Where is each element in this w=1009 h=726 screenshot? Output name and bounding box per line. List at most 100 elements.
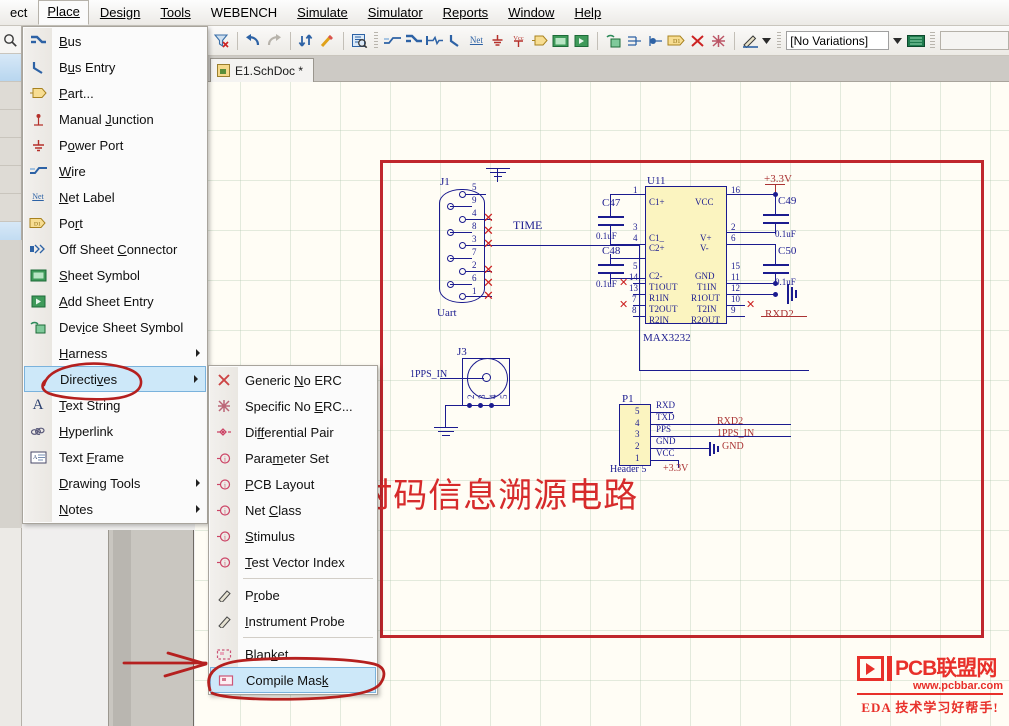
place-part-icon[interactable]	[530, 30, 549, 52]
place-harness-connector-icon[interactable]	[625, 30, 644, 52]
wand-icon[interactable]	[318, 30, 337, 52]
menu-item-label: Power Port	[59, 137, 124, 153]
menu-item-port[interactable]: D1 Port	[23, 210, 207, 236]
menu-item-net-class[interactable]: i Net Class	[209, 497, 377, 523]
panel-row-2[interactable]	[0, 82, 21, 110]
place-bus-icon[interactable]	[404, 30, 423, 52]
undo-icon[interactable]	[244, 30, 263, 52]
menu-item-simulator[interactable]: Simulator	[359, 1, 432, 25]
watermark-bar	[887, 656, 892, 681]
drawing-pen-dropdown-arrow-icon[interactable]	[762, 30, 772, 52]
menu-item-power-port[interactable]: Power Port	[23, 132, 207, 158]
menu-item-help[interactable]: Help	[565, 1, 610, 25]
menu-item-ect[interactable]: ect	[1, 1, 36, 25]
menu-item-drawing-tools[interactable]: Drawing Tools	[23, 470, 207, 496]
place-net-label-icon[interactable]: Net	[467, 30, 486, 52]
menu-item-instrument-probe[interactable]: Instrument Probe	[209, 608, 377, 634]
menu-item-bus-entry[interactable]: Bus Entry	[23, 54, 207, 80]
pin-name: R2IN	[649, 315, 669, 325]
place-port-icon[interactable]: D1	[667, 30, 686, 52]
panel-row-4[interactable]	[0, 138, 21, 166]
pin-name: TXD	[656, 412, 675, 422]
menu-item-add-sheet-entry[interactable]: Add Sheet Entry	[23, 288, 207, 314]
menu-item-text-string[interactable]: A Text String	[23, 392, 207, 418]
redo-icon[interactable]	[265, 30, 284, 52]
panel-row-6[interactable]	[0, 194, 21, 222]
toolbar-empty-combo[interactable]	[939, 31, 1009, 50]
variations-dropdown[interactable]: [No Variations]	[786, 31, 890, 50]
menu-item-device-sheet-symbol[interactable]: Device Sheet Symbol	[23, 314, 207, 340]
menu-item-net-label[interactable]: Net Net Label	[23, 184, 207, 210]
variations-dropdown-chevron-down-icon[interactable]	[891, 31, 904, 50]
menu-item-probe[interactable]: Probe	[209, 582, 377, 608]
menu-item-webench[interactable]: WEBENCH	[202, 1, 286, 25]
panel-search-row[interactable]	[0, 26, 21, 54]
menu-item-reports[interactable]: Reports	[434, 1, 498, 25]
panel-scroll-track[interactable]	[113, 530, 131, 726]
no-erc-icon[interactable]	[688, 30, 707, 52]
menu-item-design[interactable]: Design	[91, 1, 149, 25]
updown-icon[interactable]	[297, 30, 316, 52]
toolbar-grip[interactable]	[776, 31, 782, 50]
menu-item-simulate[interactable]: Simulate	[288, 1, 357, 25]
menu-item-directives[interactable]: Directives	[24, 366, 206, 392]
toolbar-separator	[733, 31, 735, 50]
svg-text:A: A	[33, 455, 38, 461]
toolbar-grip[interactable]	[930, 31, 935, 50]
pin-name: PPS	[656, 424, 672, 434]
menu-item-label: Text String	[59, 397, 121, 413]
place-vcc-power-port-icon[interactable]: Vcc	[509, 30, 528, 52]
place-gnd-power-port-icon[interactable]	[488, 30, 507, 52]
pcb-layout-icon: i	[214, 475, 234, 493]
panel-row-1[interactable]	[0, 54, 21, 82]
document-tab-e1-schdoc[interactable]: E1.SchDoc *	[210, 58, 315, 82]
menu-item-part[interactable]: Part...	[23, 80, 207, 106]
pin-number: 5	[472, 182, 477, 192]
menu-item-compile-mask[interactable]: Compile Mask	[210, 667, 376, 693]
menu-item-differential-pair[interactable]: Differential Pair	[209, 419, 377, 445]
menu-item-bus[interactable]: Bus	[23, 28, 207, 54]
menu-item-label: Drawing Tools	[59, 475, 141, 491]
place-sheet-entry-icon[interactable]	[572, 30, 591, 52]
menu-item-hyperlink[interactable]: Hyperlink	[23, 418, 207, 444]
menu-item-blanket[interactable]: Blanket	[209, 641, 377, 667]
clear-filter-icon[interactable]	[212, 30, 231, 52]
place-bus-entry-icon[interactable]	[446, 30, 465, 52]
place-wire-icon[interactable]	[383, 30, 402, 52]
directives-submenu[interactable]: Generic No ERC Specific No ERC... Differ…	[208, 365, 378, 695]
menu-item-notes[interactable]: Notes	[23, 496, 207, 522]
pcb-board-icon[interactable]	[906, 30, 925, 52]
browse-icon[interactable]	[350, 30, 369, 52]
menu-item-harness[interactable]: Harness	[23, 340, 207, 366]
menu-item-manual-junction[interactable]: Manual Junction	[23, 106, 207, 132]
menu-item-specific-no-erc[interactable]: Specific No ERC...	[209, 393, 377, 419]
place-sheet-symbol-icon[interactable]	[551, 30, 570, 52]
menu-item-place[interactable]: Place	[38, 0, 89, 25]
menu-item-test-vector-index[interactable]: i Test Vector Index	[209, 549, 377, 575]
device-sheet-symbol-icon[interactable]	[604, 30, 623, 52]
panel-row-5[interactable]	[0, 166, 21, 194]
menu-item-text-frame[interactable]: A Text Frame	[23, 444, 207, 470]
menu-item-stimulus[interactable]: i Stimulus	[209, 523, 377, 549]
menu-item-sheet-symbol[interactable]: Sheet Symbol	[23, 262, 207, 288]
menu-item-label: Wire	[59, 163, 86, 179]
panel-row-3[interactable]	[0, 110, 21, 138]
menu-item-off-sheet-connector[interactable]: Off Sheet Connector	[23, 236, 207, 262]
place-menu-dropdown[interactable]: Bus Bus Entry Part... Manual Junction Po…	[22, 26, 208, 524]
toolbar-grip[interactable]	[373, 31, 378, 50]
menu-item-label: Stimulus	[245, 528, 295, 544]
panel-scroll-column[interactable]	[108, 530, 194, 726]
specific-no-erc-icon[interactable]	[709, 30, 728, 52]
menu-item-parameter-set[interactable]: i Parameter Set	[209, 445, 377, 471]
menu-item-generic-no-erc[interactable]: Generic No ERC	[209, 367, 377, 393]
menu-item-window[interactable]: Window	[499, 1, 563, 25]
menu-item-label: Directives	[60, 371, 118, 387]
menu-item-pcb-layout[interactable]: i PCB Layout	[209, 471, 377, 497]
drawing-pen-icon[interactable]	[741, 30, 760, 52]
pin-number: 6	[731, 233, 736, 243]
place-signal-harness-icon[interactable]	[425, 30, 444, 52]
menu-separator	[243, 578, 373, 579]
menu-item-wire[interactable]: Wire	[23, 158, 207, 184]
place-harness-entry-icon[interactable]	[646, 30, 665, 52]
menu-item-tools[interactable]: Tools	[151, 1, 199, 25]
